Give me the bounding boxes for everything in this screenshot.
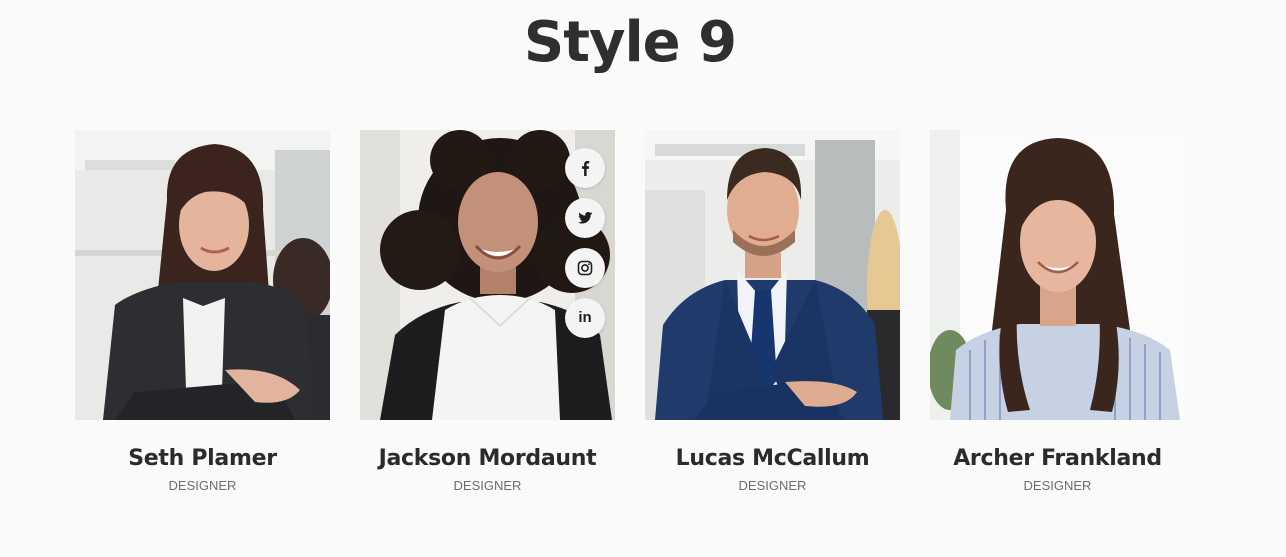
team-card-jackson-mordaunt: in Jackson Mordaunt DESIGNER <box>360 130 615 500</box>
member-role: DESIGNER <box>168 478 237 493</box>
member-role: DESIGNER <box>453 478 522 493</box>
page-title: Style 9 <box>523 10 737 75</box>
social-links: in <box>565 148 605 338</box>
member-photo <box>75 130 330 420</box>
facebook-button[interactable] <box>565 148 605 188</box>
member-photo <box>645 130 900 420</box>
twitter-button[interactable] <box>565 198 605 238</box>
instagram-icon <box>577 260 593 276</box>
team-card-lucas-mccallum: Lucas McCallum DESIGNER <box>645 130 900 500</box>
team-card-archer-frankland: Archer Frankland DESIGNER <box>930 130 1185 500</box>
member-name: Lucas McCallum <box>675 446 870 471</box>
member-name: Archer Frankland <box>953 446 1162 471</box>
team-card-seth-plamer: Seth Plamer DESIGNER <box>75 130 330 500</box>
team-grid: Seth Plamer DESIGNER in Jackson Mordaunt… <box>75 130 1185 500</box>
portrait-image <box>930 130 1185 420</box>
linkedin-button[interactable]: in <box>565 298 605 338</box>
portrait-image <box>645 130 900 420</box>
portrait-image <box>75 130 330 420</box>
member-photo <box>930 130 1185 420</box>
member-photo: in <box>360 130 615 420</box>
member-name: Jackson Mordaunt <box>378 446 597 471</box>
member-role: DESIGNER <box>1023 478 1092 493</box>
member-role: DESIGNER <box>738 478 807 493</box>
instagram-button[interactable] <box>565 248 605 288</box>
twitter-icon <box>578 212 593 224</box>
facebook-icon <box>582 161 590 176</box>
member-name: Seth Plamer <box>128 446 277 471</box>
linkedin-icon: in <box>578 309 592 326</box>
